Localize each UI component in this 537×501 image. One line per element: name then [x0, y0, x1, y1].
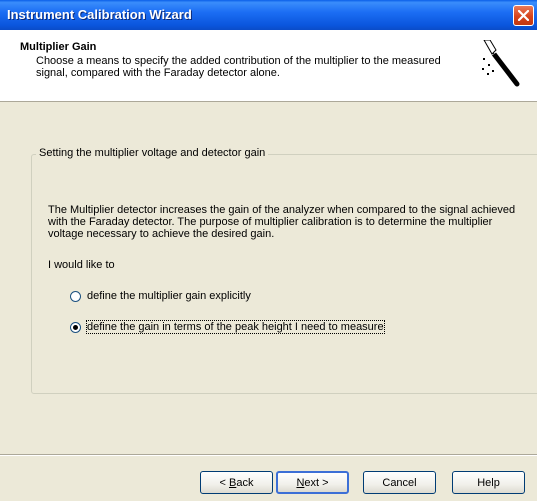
- close-icon: [518, 10, 529, 21]
- close-button[interactable]: [513, 5, 534, 26]
- option-explicit-gain[interactable]: define the multiplier gain explicitly: [70, 289, 251, 303]
- help-button[interactable]: Help: [452, 471, 525, 494]
- radio-button[interactable]: [70, 290, 81, 302]
- window-title: Instrument Calibration Wizard: [7, 7, 192, 22]
- option-peak-height[interactable]: define the gain in terms of the peak hei…: [70, 320, 385, 334]
- radio-label[interactable]: define the gain in terms of the peak hei…: [86, 320, 385, 334]
- description-paragraph: The Multiplier detector increases the ga…: [48, 204, 516, 240]
- radio-button-selected[interactable]: [70, 321, 81, 333]
- back-button[interactable]: < Back: [200, 471, 273, 494]
- group-legend: Setting the multiplier voltage and detec…: [36, 147, 269, 159]
- footer-divider-highlight: [0, 455, 537, 456]
- title-bar[interactable]: Instrument Calibration Wizard: [0, 0, 537, 30]
- next-button[interactable]: Next >: [276, 471, 349, 494]
- wizard-header: Multiplier Gain Choose a means to specif…: [0, 30, 537, 102]
- page-description: Choose a means to specify the added cont…: [36, 55, 441, 79]
- prompt-label: I would like to: [48, 259, 115, 271]
- wizard-window: Instrument Calibration Wizard Multiplier…: [0, 0, 537, 501]
- group-box: [31, 154, 537, 394]
- radio-label[interactable]: define the multiplier gain explicitly: [87, 290, 251, 302]
- page-title: Multiplier Gain: [20, 41, 97, 53]
- magic-wand-icon: [482, 40, 520, 87]
- cancel-button[interactable]: Cancel: [363, 471, 436, 494]
